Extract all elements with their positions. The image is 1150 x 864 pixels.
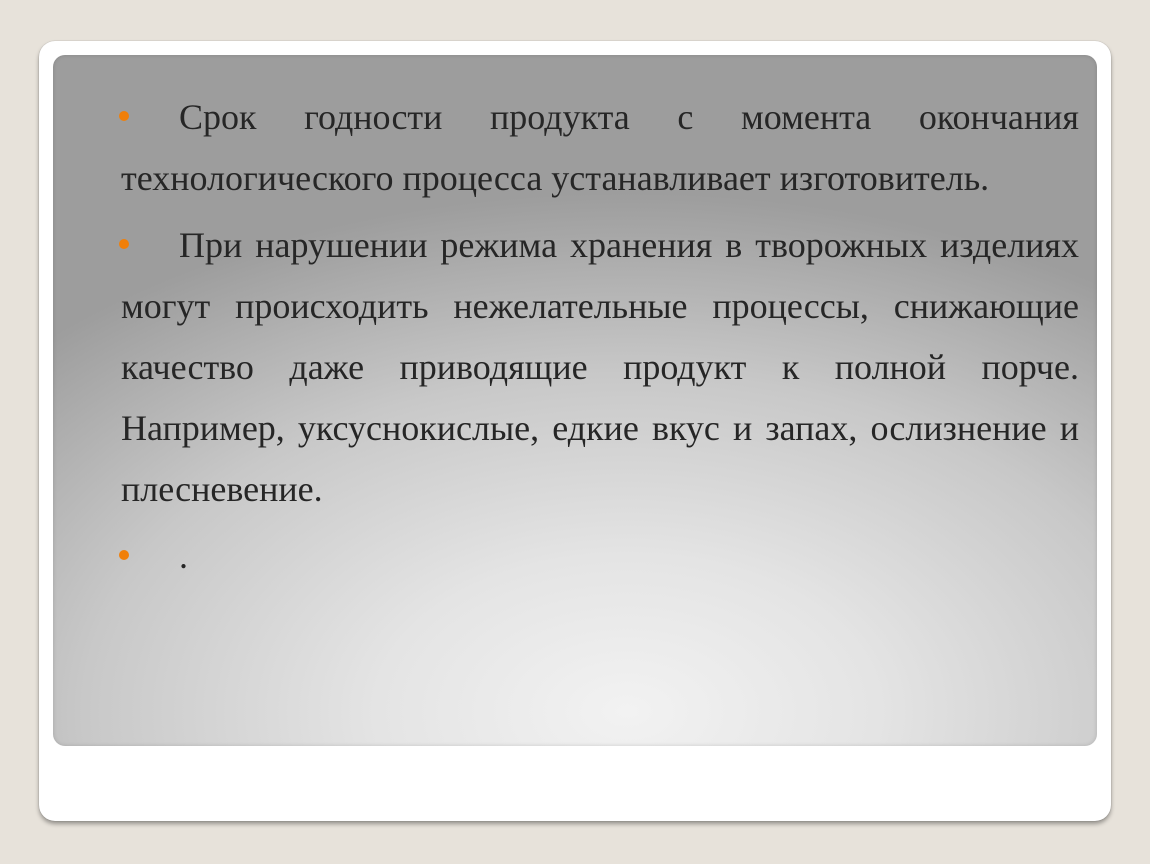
bullet-list: Срок годности продукта с момента окончан… [119, 87, 1079, 593]
slide-content-panel: Срок годности продукта с момента окончан… [53, 55, 1097, 746]
bullet-text: При нарушении режима хранения в творожны… [121, 225, 1079, 509]
bullet-item-empty: . [119, 526, 1079, 587]
bullet-text: Срок годности продукта с момента окончан… [121, 97, 1079, 198]
bullet-item-shelf-life: Срок годности продукта с момента окончан… [119, 87, 1079, 209]
bullet-dot-icon [119, 239, 129, 249]
bullet-dot-icon [119, 550, 129, 560]
bullet-text: . [179, 536, 188, 576]
bullet-item-storage-violation: При нарушении режима хранения в творожны… [119, 215, 1079, 520]
bullet-dot-icon [119, 111, 129, 121]
